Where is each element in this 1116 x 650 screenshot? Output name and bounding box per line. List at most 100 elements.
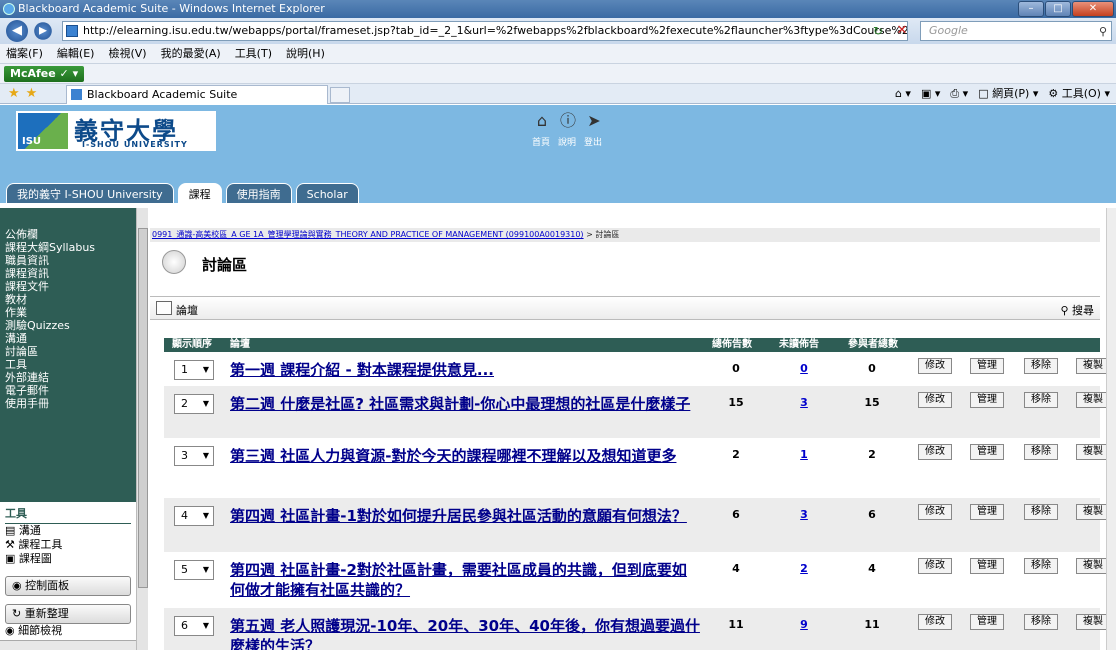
manage-button[interactable]: 管理: [970, 504, 1004, 520]
address-bar[interactable]: http://elearning.isu.edu.tw/webapps/port…: [62, 21, 908, 41]
manage-button[interactable]: 管理: [970, 614, 1004, 630]
home-icon[interactable]: ⌂: [532, 111, 552, 131]
copy-button[interactable]: 複製: [1076, 358, 1106, 374]
tab-my-isu[interactable]: 我的義守 I-SHOU University: [6, 183, 174, 205]
logout-icon[interactable]: ➤: [584, 111, 604, 131]
forum-title-link[interactable]: 第三週 社區人力與資源-對於今天的課程哪裡不理解以及想知道更多: [230, 446, 700, 466]
stop-icon[interactable]: ✕: [892, 21, 912, 41]
order-select[interactable]: 5 ▼: [174, 560, 214, 580]
copy-button[interactable]: 複製: [1076, 614, 1106, 630]
edit-button[interactable]: 修改: [918, 614, 952, 630]
remove-button[interactable]: 移除: [1024, 504, 1058, 520]
logout-label[interactable]: 登出: [584, 135, 602, 148]
forward-button[interactable]: ▶: [34, 22, 52, 40]
sidebar-item-external-links[interactable]: 外部連結: [5, 371, 136, 384]
breadcrumb-course-link[interactable]: 0991_通識-高美校區_A GE 1A_管理學理論與實務_THEORY AND…: [152, 230, 584, 239]
sidebar-scrollbar[interactable]: [136, 208, 148, 650]
browser-tab[interactable]: Blackboard Academic Suite: [66, 85, 328, 104]
feeds-icon[interactable]: ▣ ▾: [921, 84, 940, 104]
search-icon[interactable]: ⚲: [1099, 23, 1107, 41]
manage-button[interactable]: 管理: [970, 558, 1004, 574]
edit-button[interactable]: 修改: [918, 358, 952, 374]
search-button[interactable]: ⚲ 搜尋: [1060, 302, 1094, 318]
manage-button[interactable]: 管理: [970, 392, 1004, 408]
sidebar-item-discussion[interactable]: 討論區: [5, 345, 136, 358]
sidebar-scroll-thumb[interactable]: [138, 228, 148, 588]
order-select[interactable]: 2 ▼: [174, 394, 214, 414]
copy-button[interactable]: 複製: [1076, 444, 1106, 460]
forum-title-link[interactable]: 第二週 什麼是社區? 社區需求與計劃-你心中最理想的社區是什麼樣子: [230, 394, 700, 414]
sidebar-item-materials[interactable]: 教材: [5, 293, 136, 306]
edit-button[interactable]: 修改: [918, 444, 952, 460]
new-tab-button[interactable]: [330, 87, 350, 103]
remove-button[interactable]: 移除: [1024, 358, 1058, 374]
help-label[interactable]: 說明: [558, 135, 576, 148]
menu-tools[interactable]: 工具(T): [235, 44, 272, 63]
print-icon[interactable]: ⎙ ▾: [950, 84, 968, 104]
tool-course-map[interactable]: ▣ 課程圖: [5, 552, 131, 566]
add-forum-button[interactable]: 論壇: [156, 301, 198, 318]
manage-button[interactable]: 管理: [970, 358, 1004, 374]
copy-button[interactable]: 複製: [1076, 392, 1106, 408]
tab-courses[interactable]: 課程: [177, 183, 222, 205]
control-panel-button[interactable]: ◉ 控制面板: [5, 576, 131, 596]
remove-button[interactable]: 移除: [1024, 392, 1058, 408]
sidebar-item-quizzes[interactable]: 測驗Quizzes: [5, 319, 136, 332]
home-label[interactable]: 首頁: [532, 135, 550, 148]
university-logo[interactable]: ISU 義守大學 I-SHOU UNIVERSITY: [16, 111, 216, 151]
forum-title-link[interactable]: 第五週 老人照護現況-10年、20年、30年、40年後，你有想過要過什麼樣的生活…: [230, 616, 700, 650]
unread-count[interactable]: 1: [784, 448, 824, 461]
tab-guide[interactable]: 使用指南: [225, 183, 292, 205]
unread-count[interactable]: 2: [784, 562, 824, 575]
edit-button[interactable]: 修改: [918, 504, 952, 520]
menu-view[interactable]: 檢視(V): [108, 44, 146, 63]
copy-button[interactable]: 複製: [1076, 504, 1106, 520]
remove-button[interactable]: 移除: [1024, 444, 1058, 460]
minimize-button[interactable]: –: [1018, 1, 1044, 17]
order-select[interactable]: 3 ▼: [174, 446, 214, 466]
copy-button[interactable]: 複製: [1076, 558, 1106, 574]
tool-course-tools[interactable]: ⚒ 課程工具: [5, 538, 131, 552]
manage-button[interactable]: 管理: [970, 444, 1004, 460]
tool-communication[interactable]: ▤ 溝通: [5, 524, 131, 538]
sidebar-item-assignments[interactable]: 作業: [5, 306, 136, 319]
unread-count[interactable]: 9: [784, 618, 824, 631]
home-icon[interactable]: ⌂ ▾: [895, 84, 911, 104]
close-button[interactable]: ✕: [1072, 1, 1114, 17]
tab-scholar[interactable]: Scholar: [295, 183, 359, 205]
forum-title-link[interactable]: 第四週 社區計畫-1對於如何提升居民參與社區活動的意願有何想法？: [230, 506, 700, 526]
help-icon[interactable]: ⓘ: [558, 111, 578, 131]
tools-menu[interactable]: ⚙ 工具(O) ▾: [1048, 84, 1110, 104]
menu-favorites[interactable]: 我的最愛(A): [161, 44, 221, 63]
refresh-button[interactable]: ↻ 重新整理: [5, 604, 131, 624]
order-select[interactable]: 4 ▼: [174, 506, 214, 526]
sidebar-item-tools[interactable]: 工具: [5, 358, 136, 371]
remove-button[interactable]: 移除: [1024, 614, 1058, 630]
mcafee-button[interactable]: McAfee ✓ ▾: [4, 66, 85, 82]
page-menu[interactable]: □ 網頁(P) ▾: [978, 84, 1038, 104]
sidebar-item-staff[interactable]: 職員資訊: [5, 254, 136, 267]
edit-button[interactable]: 修改: [918, 558, 952, 574]
sidebar-item-documents[interactable]: 課程文件: [5, 280, 136, 293]
sidebar-item-announcements[interactable]: 公佈欄: [5, 228, 136, 241]
sidebar-item-communication[interactable]: 溝通: [5, 332, 136, 345]
sidebar-item-course-info[interactable]: 課程資訊: [5, 267, 136, 280]
sidebar-item-syllabus[interactable]: 課程大綱Syllabus: [5, 241, 136, 254]
main-scrollbar[interactable]: [1106, 208, 1116, 650]
search-box[interactable]: Google ⚲: [920, 21, 1112, 41]
menu-edit[interactable]: 編輯(E): [57, 44, 95, 63]
back-button[interactable]: ◀: [6, 20, 28, 42]
sidebar-hscrollbar[interactable]: [0, 640, 136, 650]
order-select[interactable]: 1 ▼: [174, 360, 214, 380]
remove-button[interactable]: 移除: [1024, 558, 1058, 574]
edit-button[interactable]: 修改: [918, 392, 952, 408]
sidebar-item-manual[interactable]: 使用手冊: [5, 397, 136, 410]
favorites-star-icon[interactable]: ★★: [8, 86, 43, 101]
details-view[interactable]: ◉ 細節檢視: [5, 624, 131, 638]
sidebar-item-email[interactable]: 電子郵件: [5, 384, 136, 397]
forum-title-link[interactable]: 第四週 社區計畫-2對於社區計畫，需要社區成員的共識，但到底要如何做才能擁有社區…: [230, 560, 700, 600]
forum-title-link[interactable]: 第一週 課程介紹 - 對本課程提供意見...: [230, 360, 700, 380]
order-select[interactable]: 6 ▼: [174, 616, 214, 636]
menu-help[interactable]: 說明(H): [286, 44, 325, 63]
unread-count[interactable]: 3: [784, 396, 824, 409]
